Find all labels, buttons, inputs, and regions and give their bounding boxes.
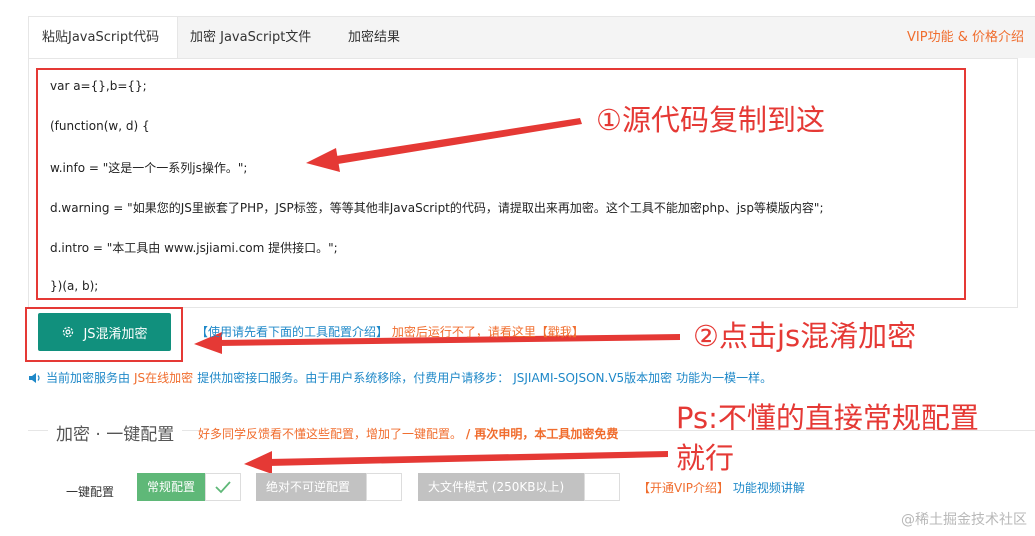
config-subtitle-text: 好多同学反馈看不懂这些配置，增加了一键配置。 <box>198 427 463 441</box>
feature-video-link[interactable]: 功能视频讲解 <box>733 481 805 495</box>
large-file-mode-option[interactable]: 大文件模式 (250KB以上) <box>418 473 620 503</box>
troubleshoot-link[interactable]: 加密后运行不了，请看这里【戳我】 <box>392 325 584 339</box>
irreversible-config-label: 绝对不可逆配置 <box>256 473 366 501</box>
config-section-subtitle: 好多同学反馈看不懂这些配置，增加了一键配置。 / 再次申明，本工具加密免费 <box>198 425 619 442</box>
irreversible-config-option[interactable]: 绝对不可逆配置 <box>256 473 402 503</box>
js-online-encrypt-link[interactable]: JS在线加密 <box>134 369 193 386</box>
js-obfuscate-button[interactable]: JS混淆加密 <box>38 313 171 351</box>
large-file-mode-checkbox[interactable] <box>584 473 620 501</box>
normal-config-label: 常规配置 <box>137 473 206 501</box>
notice-prefix: 当前加密服务由 <box>46 371 131 385</box>
service-notice: 当前加密服务由 JS在线加密 提供加密接口服务。由于用户系统移除，付费用户请移步… <box>28 369 772 386</box>
usage-tips: 【使用请先看下面的工具配置介绍】 加密后运行不了，请看这里【戳我】 <box>196 323 584 340</box>
config-section-title: 加密 · 一键配置 <box>48 420 183 445</box>
normal-config-checkbox[interactable] <box>205 473 242 501</box>
irreversible-config-checkbox[interactable] <box>366 473 402 501</box>
annotation-arrows <box>194 118 680 474</box>
notice-middle: 提供加密接口服务。由于用户系统移除，付费用户请移步： <box>197 371 510 385</box>
arrow-to-normal-config <box>244 451 668 474</box>
gear-icon <box>63 326 74 338</box>
config-links: 【开通VIP介绍】 功能视频讲解 <box>638 479 805 496</box>
notice-suffix: 功能为一模一样。 <box>676 371 773 385</box>
sojson-v5-link[interactable]: JSJIAMI-SOJSON.V5版本加密 <box>513 369 672 386</box>
js-obfuscate-button-label: JS混淆加密 <box>83 326 148 342</box>
speaker-icon <box>29 372 40 383</box>
large-file-mode-label: 大文件模式 (250KB以上) <box>418 473 584 501</box>
one-click-config-label: 一键配置 <box>66 485 115 499</box>
normal-config-option[interactable]: 常规配置 <box>137 473 242 503</box>
check-icon <box>215 481 231 494</box>
usage-guide-link[interactable]: 【使用请先看下面的工具配置介绍】 <box>196 325 388 339</box>
arrow-to-code <box>306 118 582 172</box>
watermark: @稀土掘金技术社区 <box>901 512 1027 528</box>
vip-intro-link[interactable]: 【开通VIP介绍】 <box>638 481 729 495</box>
config-subtitle-bold: / 再次申明，本工具加密免费 <box>465 427 619 441</box>
